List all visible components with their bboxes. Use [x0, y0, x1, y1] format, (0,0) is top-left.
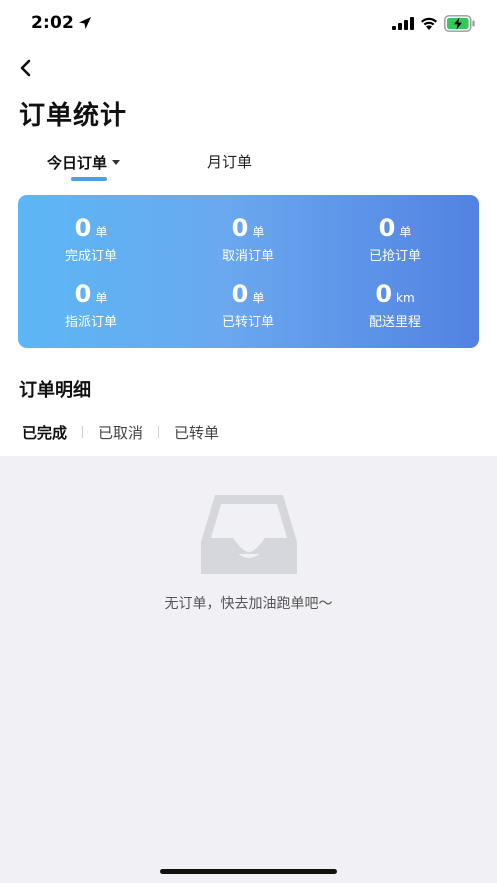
section-title-order-details: 订单明细	[19, 380, 91, 401]
tab-today-label: 今日订单	[47, 153, 108, 172]
empty-state-message: 无订单，快去加油跑单吧～	[164, 596, 333, 612]
stat-distance: 0 km 配送里程	[330, 279, 460, 330]
stat-value: 0	[375, 280, 393, 308]
battery-charging-icon	[444, 15, 475, 32]
stat-transferred: 0 单 已转订单	[183, 279, 313, 330]
stat-label: 完成订单	[64, 249, 117, 264]
stat-label: 已转订单	[221, 315, 274, 330]
home-indicator	[160, 869, 337, 874]
page-title: 订单统计	[19, 101, 128, 131]
stat-unit: km	[396, 291, 415, 305]
stat-label: 已抢订单	[368, 249, 421, 264]
stat-label: 配送里程	[368, 315, 421, 330]
tab-today-orders[interactable]: 今日订单	[47, 150, 121, 174]
stat-value: 0	[378, 214, 396, 242]
tab-cancelled[interactable]: 已取消	[98, 422, 143, 443]
stat-unit: 单	[95, 225, 108, 239]
status-time: 2:02	[31, 13, 75, 33]
tab-transferred[interactable]: 已转单	[174, 422, 219, 443]
status-bar: 2:02	[0, 0, 497, 48]
stat-completed: 0 单 完成订单	[26, 213, 156, 264]
stat-unit: 单	[252, 225, 265, 239]
stat-label: 指派订单	[64, 315, 117, 330]
wifi-icon	[421, 17, 437, 30]
stats-card: 0 单 完成订单 0 单 取消订单 0 单 已抢订单 0 单 指派订单 0 单 …	[18, 195, 479, 348]
stat-label: 取消订单	[221, 249, 274, 264]
stat-cancelled: 0 单 取消订单	[183, 213, 313, 264]
location-arrow-icon	[79, 17, 91, 29]
signal-icon	[392, 17, 414, 30]
stat-grabbed: 0 单 已抢订单	[330, 213, 460, 264]
active-tab-indicator	[71, 177, 107, 181]
tab-divider	[158, 426, 160, 438]
tab-month-orders[interactable]: 月订单	[207, 150, 252, 174]
stat-value: 0	[231, 214, 249, 242]
order-detail-tabs: 已完成 已取消 已转单	[22, 421, 219, 443]
stat-value: 0	[74, 280, 92, 308]
stat-unit: 单	[252, 291, 265, 305]
stat-assigned: 0 单 指派订单	[26, 279, 156, 330]
stat-value: 0	[231, 280, 249, 308]
stat-unit: 单	[95, 291, 108, 305]
stat-value: 0	[74, 214, 92, 242]
tab-divider	[82, 426, 84, 438]
stat-unit: 单	[399, 225, 412, 239]
caret-down-icon	[112, 159, 121, 165]
tab-completed[interactable]: 已完成	[22, 422, 67, 443]
empty-inbox-icon	[201, 495, 297, 574]
back-button[interactable]	[14, 56, 38, 80]
